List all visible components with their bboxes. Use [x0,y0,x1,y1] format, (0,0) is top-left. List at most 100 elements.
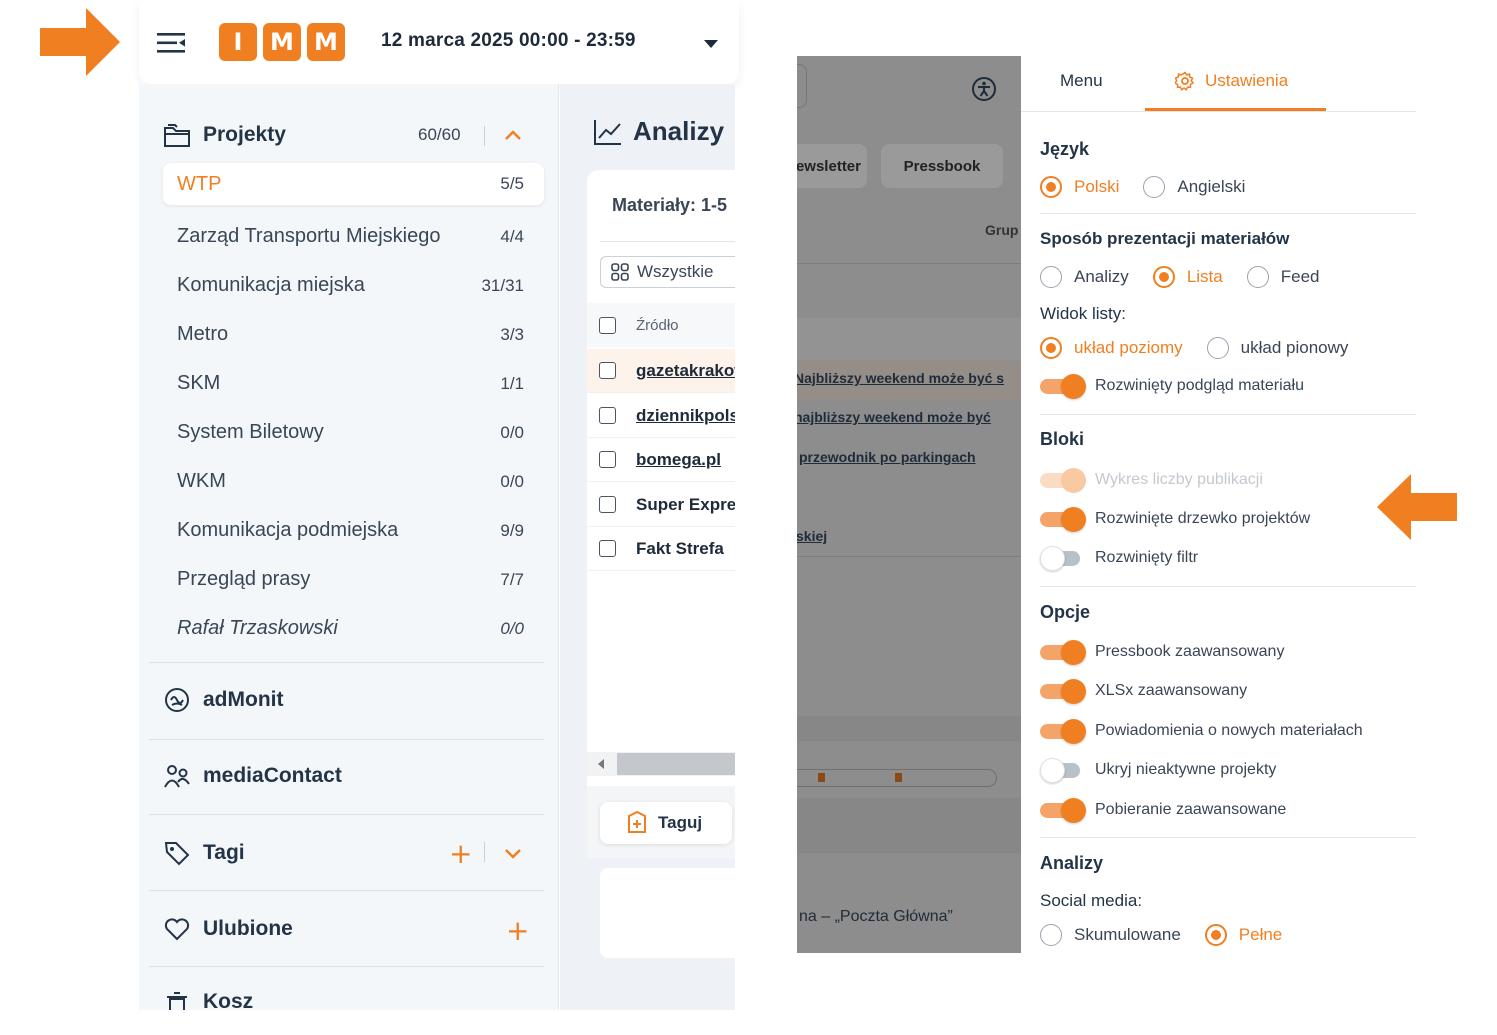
project-item-ztm[interactable]: Zarząd Transportu Miejskiego 4/4 [163,212,544,261]
row-checkbox[interactable] [599,451,616,468]
newsletter-tab[interactable]: Newsletter [797,144,867,188]
toggle-row-project-tree[interactable]: Rozwinięte drzewko projektów [1040,507,1310,532]
table-row[interactable]: dziennikpolski24.pl [587,394,735,438]
project-item-skm[interactable]: SKM 1/1 [163,359,544,408]
accessibility-icon[interactable] [971,76,997,102]
sidebar-item-kosz[interactable]: Kosz [163,990,253,1010]
social-media-options: Skumulowane Pełne [1040,924,1306,946]
radio-pres-lista[interactable]: Lista [1152,266,1223,288]
row-checkbox[interactable] [599,362,616,379]
grid-icon [611,263,629,281]
radio-layout-vertical[interactable]: układ pionowy [1206,337,1348,359]
toggle-label: Ukryj nieaktywne projekty [1095,761,1277,778]
source-link[interactable]: bomega.pl [636,450,721,470]
radio-label: Polski [1074,177,1120,196]
filter-all-button[interactable]: Wszystkie [600,256,735,288]
toggle-expanded-preview[interactable] [1040,374,1086,399]
chevron-up-icon[interactable] [504,129,522,141]
project-item-metro[interactable]: Metro 3/3 [163,310,544,359]
imm-logo[interactable]: I M M [219,23,345,61]
select-all-checkbox[interactable] [599,316,616,334]
timeline-marker [895,773,902,782]
article-link[interactable]: Najbliższy weekend może być s [797,370,1004,386]
table-row[interactable]: Fakt Strefa [587,527,735,571]
table-row[interactable]: gazetakrakowska.pl [587,349,735,393]
tab-menu[interactable]: Menu [1060,71,1103,91]
article-link[interactable]: najbliższy weekend może być [797,409,991,425]
toggle-row-xlsx[interactable]: XLSx zaawansowany [1040,679,1248,704]
tag-button[interactable]: Taguj [600,802,732,844]
project-item-wkm[interactable]: WKM 0/0 [163,457,544,506]
sidebar-item-admonit[interactable]: adMonit [163,686,283,714]
toggle-pressbook[interactable] [1040,640,1086,665]
add-favorite-icon[interactable]: + [506,917,529,945]
project-item-przeglad-prasy[interactable]: Przegląd prasy 7/7 [163,555,544,604]
search-box[interactable] [797,64,807,108]
admonit-label: adMonit [203,688,284,711]
source-link[interactable]: gazetakrakowska.pl [636,361,735,381]
radio-lang-en[interactable]: Angielski [1143,176,1245,198]
toggle-download[interactable] [1040,798,1086,823]
radio-social-cumulative[interactable]: Skumulowane [1040,924,1181,946]
chevron-down-icon[interactable] [504,847,522,859]
toggle-project-tree[interactable] [1040,507,1086,532]
project-item-system-biletowy[interactable]: System Biletowy 0/0 [163,408,544,457]
users-icon [163,762,191,790]
toggle-notifications[interactable] [1040,719,1086,744]
tab-settings[interactable]: Ustawienia [1175,71,1288,91]
settings-tabs: Menu Ustawienia [1021,56,1416,112]
radio-layout-horizontal[interactable]: układ poziomy [1040,337,1183,359]
project-item-wtp[interactable]: WTP 5/5 [163,163,544,205]
project-name: Komunikacja miejska [177,274,365,296]
dimmed-background[interactable]: Newsletter Pressbook Grup Najbliższy wee… [797,56,1021,953]
table-row[interactable]: bomega.pl [587,438,735,482]
radio-label: Lista [1186,267,1223,286]
project-item-komunikacja-podmiejska[interactable]: Komunikacja podmiejska 9/9 [163,506,544,555]
folder-icon [163,121,191,149]
toggle-xlsx[interactable] [1040,679,1086,704]
sidebar-item-tagi[interactable]: Tagi [163,839,245,867]
table-row[interactable]: Super Express [587,483,735,527]
radio-social-full[interactable]: Pełne [1204,924,1282,946]
toggle-row-hide-inactive[interactable]: Ukryj nieaktywne projekty [1040,758,1277,783]
toggle-row-pressbook[interactable]: Pressbook zaawansowany [1040,640,1284,665]
radio-lang-pl[interactable]: Polski [1040,176,1119,198]
divider [1040,837,1416,838]
radio-dot [1040,176,1062,198]
toggle-hide-inactive[interactable] [1040,758,1085,783]
project-name: Metro [177,323,229,345]
divider [149,966,544,967]
toggle-row-download[interactable]: Pobieranie zaawansowane [1040,798,1286,823]
project-name: SKM [177,372,221,394]
row-checkbox[interactable] [599,496,616,513]
add-tag-icon[interactable]: + [449,840,472,868]
toggle-row-notifications[interactable]: Powiadomienia o nowych materiałach [1040,719,1363,744]
row-checkbox[interactable] [599,540,616,557]
toggle-filter[interactable] [1040,546,1085,571]
menu-collapse-icon[interactable] [155,30,187,56]
scroll-left-icon[interactable] [596,758,606,770]
article-link[interactable]: przewodnik po parkingach [799,449,976,465]
project-item-komunikacja-miejska[interactable]: Komunikacja miejska 31/31 [163,261,544,310]
projects-header[interactable]: Projekty [163,121,286,149]
toggle-row-expanded-preview[interactable]: Rozwinięty podgląd materiału [1040,374,1304,399]
sidebar-item-ulubione[interactable]: Ulubione [163,915,293,943]
toggle-row-filter[interactable]: Rozwinięty filtr [1040,546,1198,571]
logo-letter-i: I [219,23,257,61]
article-link[interactable]: skiej [797,528,827,544]
row-checkbox[interactable] [599,407,616,424]
toggle-label: XLSx zaawansowany [1095,682,1248,699]
radio-pres-analizy[interactable]: Analizy [1040,266,1129,288]
pressbook-tab[interactable]: Pressbook [881,144,1003,188]
chevron-down-icon[interactable] [704,40,718,48]
source-link[interactable]: dziennikpolski24.pl [636,406,735,426]
date-range-picker[interactable]: 12 marca 2025 00:00 - 23:59 [381,30,636,52]
divider [149,739,544,740]
divider [484,842,485,862]
radio-pres-feed[interactable]: Feed [1246,266,1319,288]
sidebar-item-mediacontact[interactable]: mediaContact [163,762,342,790]
source-name: Fakt Strefa [636,538,724,558]
scrollbar-thumb[interactable] [617,753,735,775]
project-item-rafal-trzaskowski[interactable]: Rafał Trzaskowski 0/0 [163,604,544,653]
toggle-label: Rozwinięty podgląd materiału [1095,377,1304,394]
